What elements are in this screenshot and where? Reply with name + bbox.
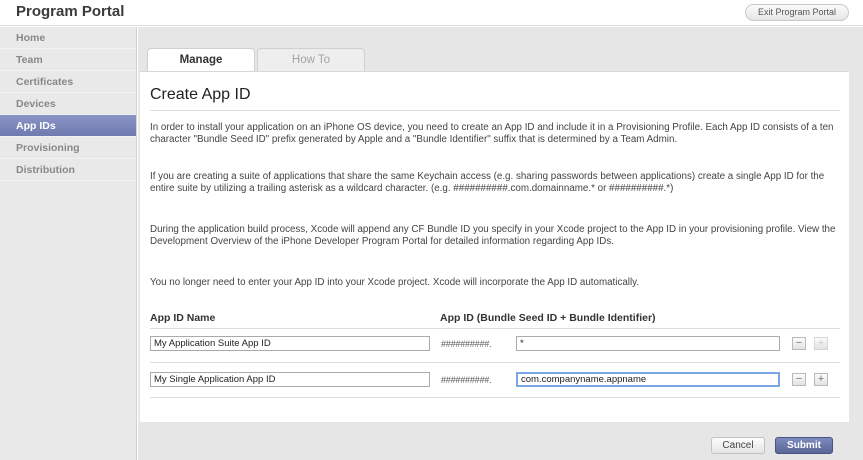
keychain-paragraph: If you are creating a suite of applicati…	[150, 171, 825, 194]
intro-paragraph: In order to install your application on …	[150, 122, 834, 145]
bundle-identifier-input[interactable]: com.companyname.appname	[516, 372, 780, 387]
exit-portal-button[interactable]: Exit Program Portal	[744, 4, 849, 21]
cancel-button[interactable]: Cancel	[711, 437, 765, 454]
header-divider	[150, 328, 840, 329]
app-id-name-input[interactable]: My Application Suite App ID	[150, 336, 430, 351]
sidebar-item-certificates[interactable]: Certificates	[0, 71, 136, 93]
title-divider	[150, 110, 840, 111]
sidebar-item-devices[interactable]: Devices	[0, 93, 136, 115]
bundle-identifier-input[interactable]: *	[516, 336, 780, 351]
column-header-app-id: App ID (Bundle Seed ID + Bundle Identifi…	[440, 312, 656, 324]
tab-manage[interactable]: Manage	[147, 48, 255, 72]
sidebar-item-distribution[interactable]: Distribution	[0, 159, 136, 181]
bundle-seed-prefix: ##########.	[441, 375, 492, 385]
app-title: Program Portal	[16, 3, 125, 20]
submit-button[interactable]: Submit	[775, 437, 833, 454]
sidebar-item-app-ids[interactable]: App IDs	[0, 115, 136, 137]
sidebar-item-home[interactable]: Home	[0, 27, 136, 49]
page-title: Create App ID	[150, 86, 251, 103]
column-header-name: App ID Name	[150, 312, 216, 324]
row-divider	[150, 397, 840, 398]
add-row-button[interactable]: +	[814, 337, 828, 350]
top-bar: Program Portal Exit Program Portal	[0, 0, 863, 26]
row-divider	[150, 362, 840, 363]
sidebar: Home Team Certificates Devices App IDs P…	[0, 27, 137, 460]
xcode-paragraph: During the application build process, Xc…	[150, 224, 836, 247]
bundle-seed-prefix: ##########.	[441, 339, 492, 349]
no-longer-paragraph: You no longer need to enter your App ID …	[150, 277, 640, 288]
app-id-name-input[interactable]: My Single Application App ID	[150, 372, 430, 387]
remove-row-button[interactable]: −	[792, 337, 806, 350]
sidebar-item-team[interactable]: Team	[0, 49, 136, 71]
remove-row-button[interactable]: −	[792, 373, 806, 386]
content-panel: Create App ID In order to install your a…	[140, 71, 849, 422]
sidebar-item-provisioning[interactable]: Provisioning	[0, 137, 136, 159]
tab-how-to[interactable]: How To	[257, 48, 365, 72]
add-row-button[interactable]: +	[814, 373, 828, 386]
